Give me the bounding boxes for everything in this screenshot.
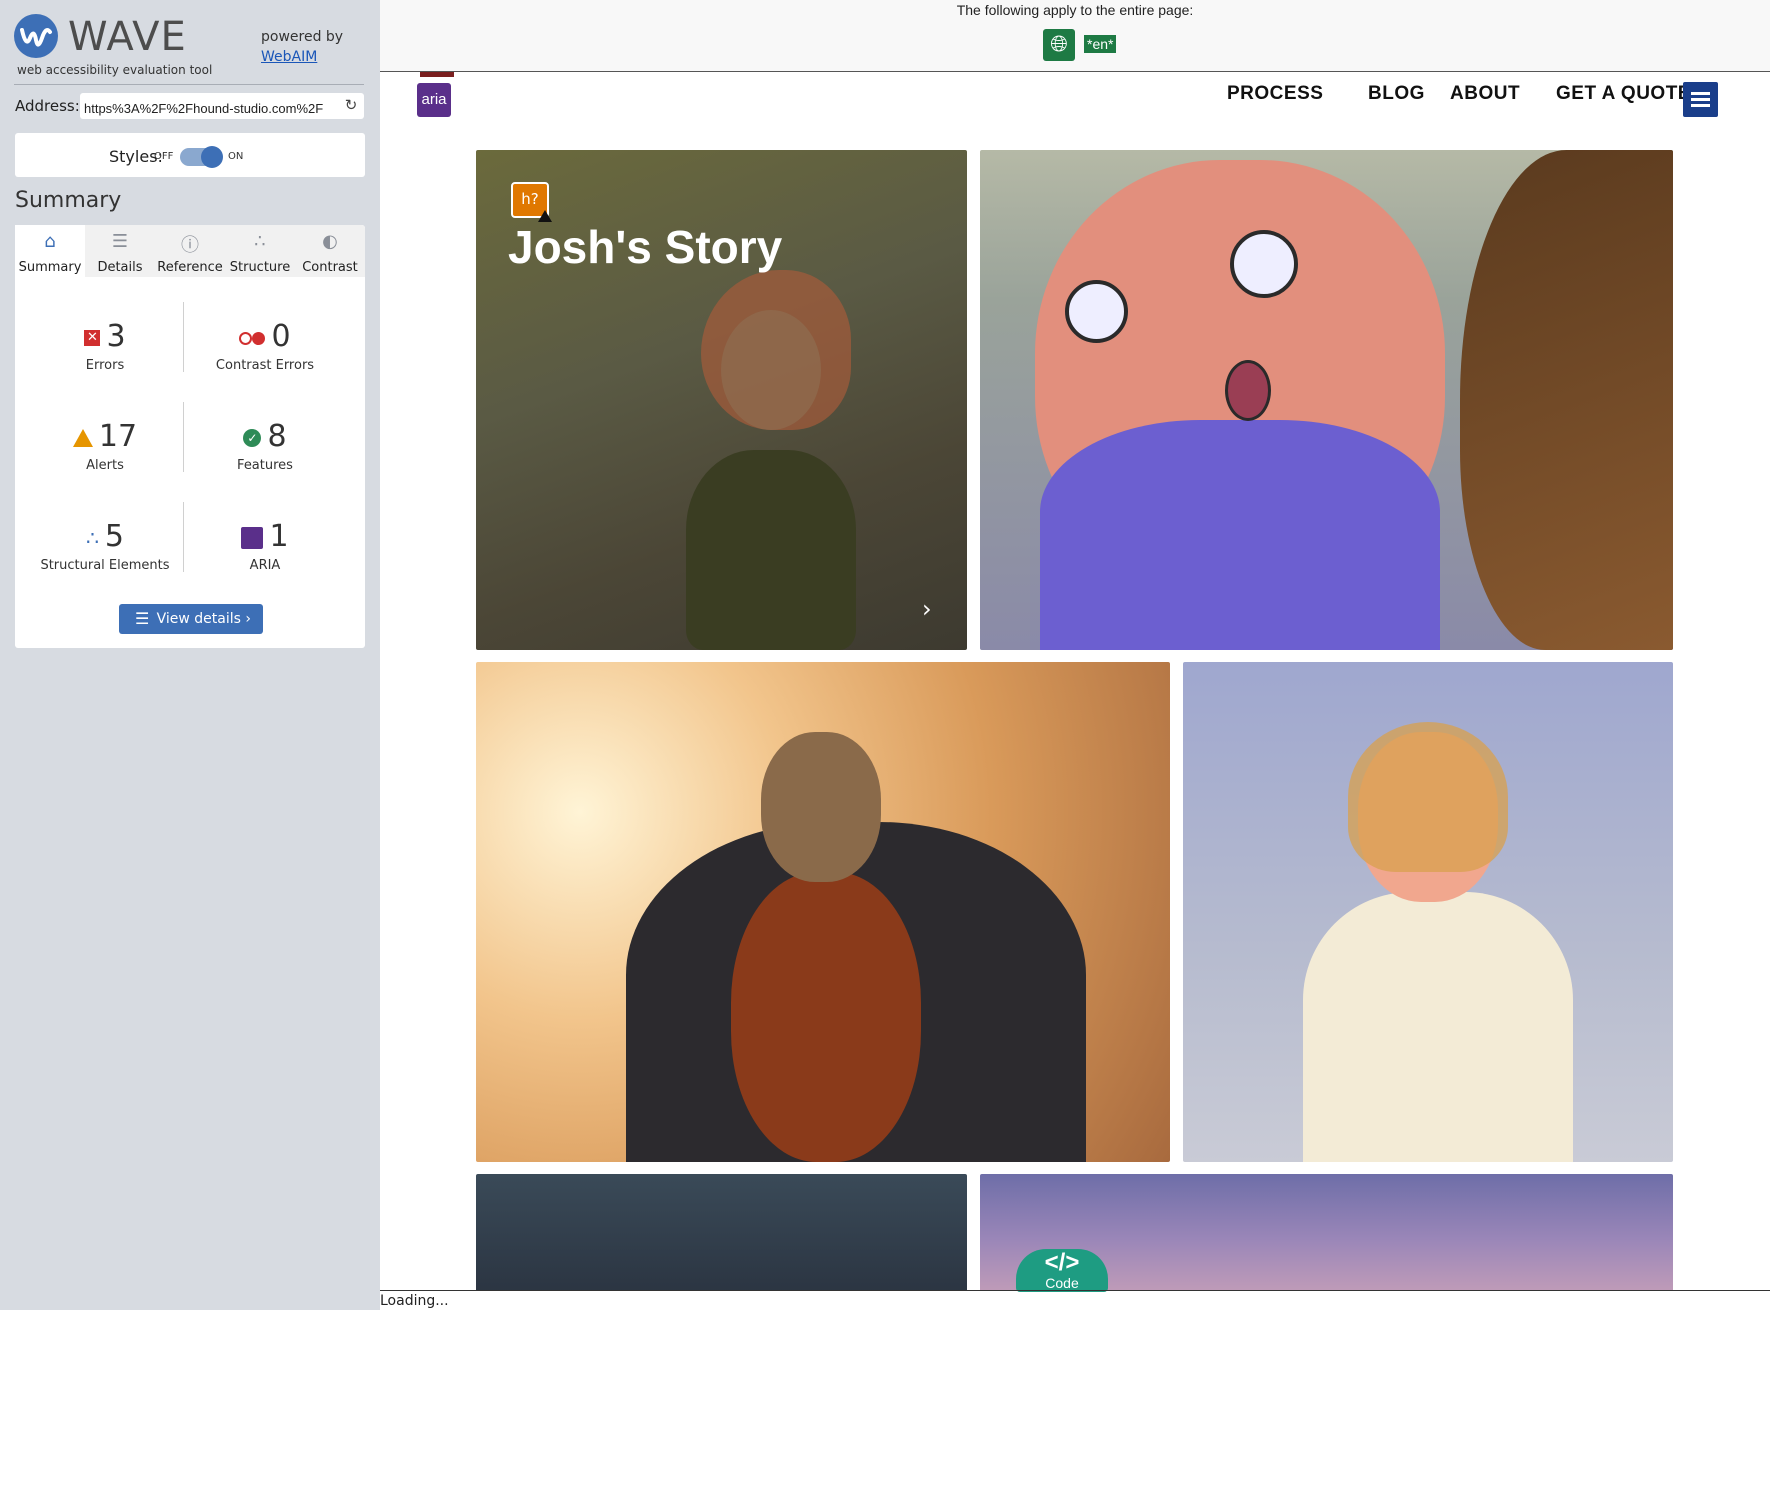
tab-summary[interactable]: ⌂ Summary xyxy=(15,225,85,277)
josh-story-tile[interactable]: h? Josh's Story › xyxy=(476,150,967,650)
webaim-link[interactable]: WebAIM xyxy=(261,49,317,65)
structure-icon: ∴ xyxy=(254,231,266,252)
info-icon: ⓘ xyxy=(181,235,199,256)
address-input[interactable] xyxy=(80,93,364,119)
portfolio-tile-mountain[interactable] xyxy=(476,1174,967,1290)
heading-alert-badge-icon[interactable]: h? xyxy=(511,182,552,222)
heading-badge-text: h? xyxy=(521,190,539,208)
features-count: 8 xyxy=(267,419,287,454)
code-icon: </> xyxy=(1044,1249,1080,1276)
alerts-label: Alerts xyxy=(86,458,124,473)
contrast-errors-count: 0 xyxy=(271,319,291,354)
aria-stat[interactable]: 1 ARIA xyxy=(185,520,345,573)
alerts-stat[interactable]: 17 Alerts xyxy=(25,420,185,473)
structural-stat[interactable]: ∴ 5 Structural Elements xyxy=(25,519,185,574)
errors-stat[interactable]: ✕ 3 Errors xyxy=(25,320,185,373)
tab-reference[interactable]: ⓘ Reference xyxy=(155,225,225,277)
page-level-banner: The following apply to the entire page: … xyxy=(380,0,1770,72)
contrast-error-icon xyxy=(239,331,266,345)
chevron-right-icon[interactable]: › xyxy=(922,595,932,623)
errors-count: 3 xyxy=(106,319,126,354)
code-label: Code xyxy=(1045,1275,1079,1291)
aria-badge-icon[interactable]: aria xyxy=(417,83,451,117)
language-badge[interactable]: *en* xyxy=(1084,35,1117,53)
wave-subtitle: web accessibility evaluation tool xyxy=(17,63,213,77)
contrast-errors-stat[interactable]: 0 Contrast Errors xyxy=(185,319,345,374)
portfolio-tile-girl[interactable] xyxy=(980,150,1673,650)
globe-icon[interactable]: 🌐︎ xyxy=(1043,29,1075,61)
features-label: Features xyxy=(237,458,293,473)
status-divider xyxy=(380,1290,1770,1291)
tab-label: Details xyxy=(97,260,143,275)
styles-toggle-panel: Styles: OFF ON xyxy=(15,133,365,177)
powered-by-text: powered by xyxy=(261,29,344,45)
address-label: Address: xyxy=(15,97,80,115)
structural-label: Structural Elements xyxy=(40,558,170,573)
portfolio-tile-sunglasses[interactable] xyxy=(1183,662,1673,1162)
banner-text: The following apply to the entire page: xyxy=(956,2,1194,18)
contrast-icon: ◐ xyxy=(322,231,338,252)
wave-title: WAVE xyxy=(68,14,187,60)
wave-sidebar: WAVE web accessibility evaluation tool p… xyxy=(0,0,380,1310)
wave-logo-icon xyxy=(14,14,58,58)
reload-icon[interactable]: ↻ xyxy=(342,96,360,114)
code-button[interactable]: </> Code xyxy=(1016,1249,1108,1292)
loading-status: Loading... xyxy=(380,1293,449,1309)
tab-contrast[interactable]: ◐ Contrast xyxy=(295,225,365,277)
list-icon: ☰ xyxy=(111,231,129,252)
site-preview: aria PROCESS BLOG ABOUT GET A QUOTE h? J… xyxy=(380,72,1770,1290)
errors-label: Errors xyxy=(85,358,125,373)
structural-count: 5 xyxy=(104,519,124,554)
wave-tabs: ⌂ Summary ☰ Details ⓘ Reference ∴ Struct… xyxy=(15,225,365,277)
view-details-button[interactable]: ☰ View details › xyxy=(119,604,263,634)
nav-blog[interactable]: BLOG xyxy=(1368,83,1425,105)
wave-error-badge-icon[interactable] xyxy=(420,72,454,77)
structure-icon: ∴ xyxy=(86,525,99,550)
contrast-errors-label: Contrast Errors xyxy=(215,358,315,373)
tab-label: Summary xyxy=(18,260,82,275)
tab-label: Reference xyxy=(157,260,223,275)
alert-icon xyxy=(72,428,93,447)
styles-on-label: ON xyxy=(228,151,244,162)
view-details-label: View details › xyxy=(156,611,251,627)
story-title: Josh's Story xyxy=(508,221,783,273)
nav-process[interactable]: PROCESS xyxy=(1227,83,1323,105)
summary-heading: Summary xyxy=(15,188,122,213)
styles-toggle-knob[interactable] xyxy=(201,146,223,168)
error-icon: ✕ xyxy=(84,329,101,346)
aria-icon xyxy=(241,526,264,549)
aria-label: ARIA xyxy=(249,558,281,573)
tab-structure[interactable]: ∴ Structure xyxy=(225,225,295,277)
styles-off-label: OFF xyxy=(154,151,174,162)
sidebar-divider xyxy=(14,84,364,85)
home-icon: ⌂ xyxy=(44,231,56,252)
features-stat[interactable]: ✓ 8 Features xyxy=(185,419,345,474)
alerts-count: 17 xyxy=(98,419,138,454)
nav-get-a-quote[interactable]: GET A QUOTE xyxy=(1556,83,1691,105)
feature-check-icon: ✓ xyxy=(243,428,262,447)
tab-label: Contrast xyxy=(302,260,358,275)
aria-count: 1 xyxy=(269,519,289,554)
tab-details[interactable]: ☰ Details xyxy=(85,225,155,277)
list-icon: ☰ xyxy=(135,609,150,628)
tab-label: Structure xyxy=(229,260,291,275)
menu-icon[interactable] xyxy=(1683,82,1718,117)
nav-about[interactable]: ABOUT xyxy=(1450,83,1520,105)
portfolio-tile-cellist[interactable] xyxy=(476,662,1170,1162)
